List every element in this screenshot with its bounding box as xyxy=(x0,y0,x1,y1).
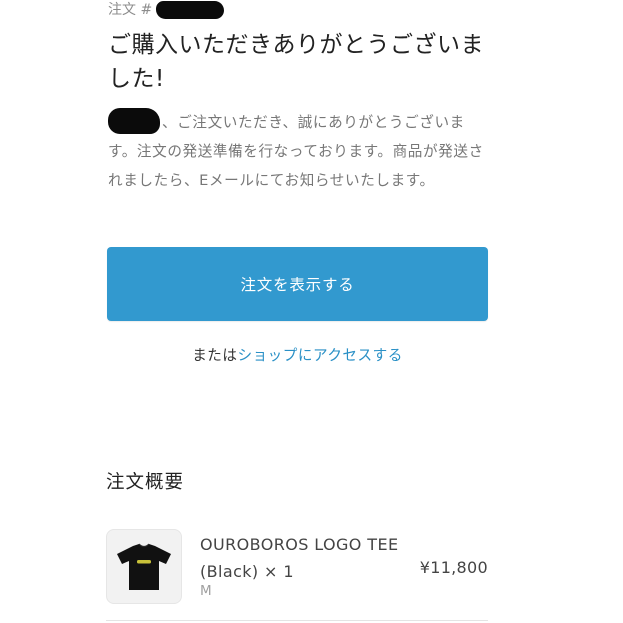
divider xyxy=(106,620,488,621)
view-order-button[interactable]: 注文を表示する xyxy=(107,247,488,321)
product-name: OUROBOROS LOGO TEE (Black) × 1 xyxy=(200,535,399,581)
redacted-customer-name xyxy=(108,108,160,134)
product-price: ¥11,800 xyxy=(419,558,488,577)
thank-you-message-text: 、ご注文いただき、誠にありがとうございます。注文の発送準備を行なっております。商… xyxy=(108,114,484,189)
order-summary-title: 注文概要 xyxy=(106,472,185,493)
visit-shop-link[interactable]: ショップにアクセスする xyxy=(237,347,402,364)
thank-you-title: ご購入いただきありがとうございました! xyxy=(108,32,484,92)
black-tshirt-icon xyxy=(117,543,171,590)
thank-you-message: 、ご注文いただき、誠にありがとうございます。注文の発送準備を行なっております。商… xyxy=(108,108,493,195)
or-prefix: または xyxy=(192,347,238,364)
order-number: 注文 # xyxy=(108,0,225,20)
or-visit-shop: またはショップにアクセスする xyxy=(0,344,595,365)
order-confirmation-page: 注文 # ご購入いただきありがとうございました! 、ご注文いただき、誠にありがと… xyxy=(0,0,623,623)
order-number-label: 注文 # xyxy=(108,2,153,18)
product-variant: M xyxy=(200,583,212,599)
redacted-order-id xyxy=(156,1,225,19)
product-thumbnail xyxy=(106,529,182,604)
